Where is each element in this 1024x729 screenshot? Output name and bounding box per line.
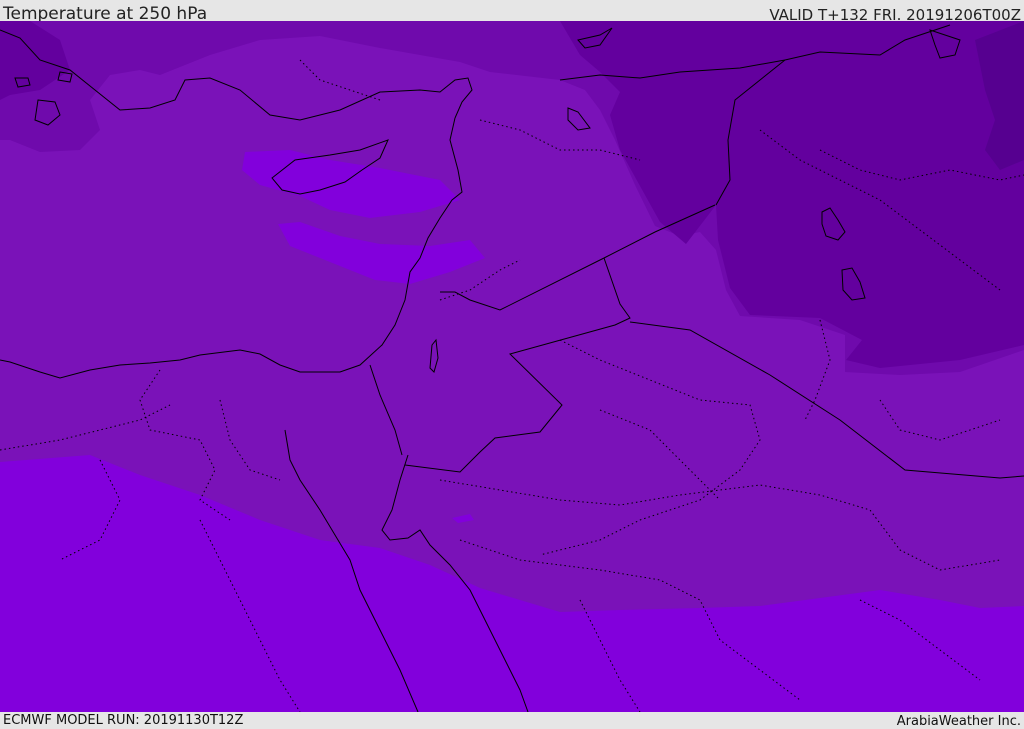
temperature-map[interactable] <box>0 21 1024 712</box>
footer-bar: ECMWF MODEL RUN: 20191130T12Z ArabiaWeat… <box>0 712 1024 729</box>
map-viewer: Temperature at 250 hPa VALID T+132 FRI. … <box>0 0 1024 729</box>
provider-credit: ArabiaWeather Inc. <box>896 714 1021 729</box>
header-bar: Temperature at 250 hPa VALID T+132 FRI. … <box>0 0 1024 24</box>
model-run-label: ECMWF MODEL RUN: 20191130T12Z <box>3 713 244 728</box>
map-canvas <box>0 21 1024 712</box>
